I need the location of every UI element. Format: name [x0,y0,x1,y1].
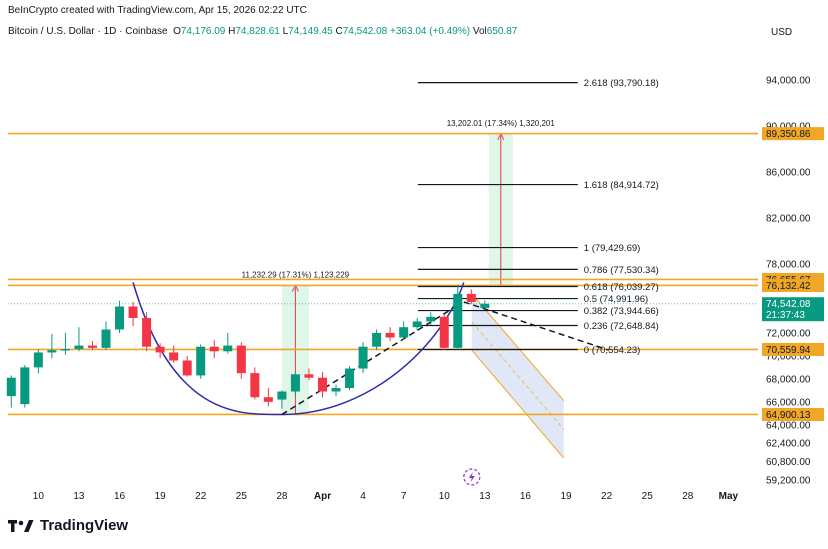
candle-body [33,352,43,368]
fibonacci-level-label: 1.618 (84,914.72) [584,180,659,191]
fibonacci-level-label: 0.618 (76,039.27) [584,282,659,293]
level-price-tag: 70,559.94 [766,345,811,356]
candle-body [115,306,125,330]
price-tick-label: 78,000.00 [766,260,811,271]
brand-label: TradingView [40,517,129,534]
countdown-tag: 21:37:43 [766,310,805,321]
date-tick-label: 25 [236,491,248,502]
candle-body [155,346,165,353]
candle-body [426,316,436,322]
candle-body [196,346,206,376]
candle-body [290,374,300,392]
candle-body [277,391,287,400]
candle-body [142,317,152,347]
candle-body [6,377,16,397]
price-tick-label: 82,000.00 [766,214,811,225]
fibonacci-level-label: 0.382 (73,944.66) [584,306,659,317]
date-tick-label: 28 [276,491,288,502]
candle-body [304,374,314,378]
candle-body [372,332,382,347]
price-tick-label: 94,000.00 [766,76,811,87]
date-tick-label: 28 [682,491,694,502]
date-tick-label: 22 [601,491,613,502]
date-tick-label: 25 [642,491,654,502]
candle-body [20,367,30,405]
candle-body [87,345,97,348]
candle-body [250,373,260,398]
date-tick-label: 7 [401,491,407,502]
candle-body [412,321,422,328]
level-price-tag: 76,132.42 [766,281,811,292]
candle-body [399,327,409,338]
fibonacci-level-label: 2.618 (93,790.18) [584,78,659,89]
price-tick-label: 64,000.00 [766,420,811,431]
date-tick-label: 16 [520,491,532,502]
date-tick-label: 16 [114,491,126,502]
last-price-tag: 74,542.08 [766,299,811,310]
candle-body [480,303,490,308]
date-tick-label: 10 [33,491,45,502]
fibonacci-level-label: 0 (70,554.23) [584,345,641,356]
date-tick-label: 22 [195,491,207,502]
candle-body [439,316,449,348]
date-tick-label: 13 [479,491,491,502]
fibonacci-level-label: 1 (79,429.69) [584,243,641,254]
date-tick-label: 4 [360,491,366,502]
candle-body [182,360,192,376]
candle-body [236,345,246,374]
candle-body [331,388,341,392]
candle-body [223,345,233,352]
date-tick-label: May [719,491,739,502]
candle-body [74,345,84,350]
candle-body [453,293,463,348]
candle-body [263,397,273,402]
price-chart[interactable]: 94,000.0090,000.0086,000.0082,000.0078,0… [0,0,828,549]
measure-label: 13,202.01 (17.34%) 1,320,201 [447,119,556,128]
price-tick-label: 66,000.00 [766,397,811,408]
fibonacci-level-label: 0.236 (72,648.84) [584,321,659,332]
measure-label: 11,232.29 (17.31%) 1,123,229 [242,270,350,279]
date-tick-label: Apr [314,491,331,502]
fibonacci-level-label: 0.786 (77,530.34) [584,265,659,276]
level-price-tag: 64,900.13 [766,410,811,421]
candle-body [317,377,327,392]
candle-body [345,368,355,389]
date-tick-label: 13 [73,491,85,502]
date-tick-label: 19 [155,491,167,502]
date-tick-label: 10 [439,491,451,502]
price-tick-label: 59,200.00 [766,475,811,486]
candle-body [47,350,57,353]
candle-body [101,329,111,348]
price-tick-label: 60,800.00 [766,457,811,468]
candle-body [385,332,395,338]
level-price-tag: 89,350.86 [766,129,811,140]
candle-body [209,346,219,352]
candle-body [169,352,179,361]
price-tick-label: 72,000.00 [766,328,811,339]
candle-body [466,293,476,302]
price-tick-label: 68,000.00 [766,374,811,385]
candle-body [60,349,70,351]
tradingview-mark-icon [8,519,34,532]
candle-body [128,306,138,318]
price-tick-label: 62,400.00 [766,439,811,450]
date-tick-label: 19 [560,491,572,502]
price-tick-label: 86,000.00 [766,168,811,179]
candle-body [358,346,368,369]
tradingview-logo: TradingView [8,517,128,534]
